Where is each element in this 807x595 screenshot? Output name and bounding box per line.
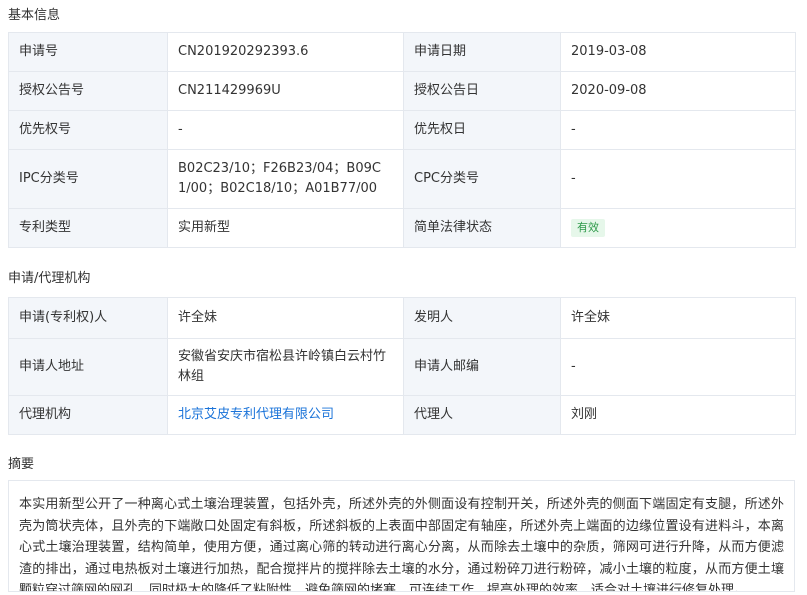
- table-row: 申请号 CN201920292393.6 申请日期 2019-03-08: [8, 32, 796, 72]
- table-row: 申请(专利权)人 许全妹 发明人 许全妹: [8, 297, 796, 339]
- basic-info-table: 申请号 CN201920292393.6 申请日期 2019-03-08 授权公…: [8, 32, 796, 248]
- label-applicant-address: 申请人地址: [8, 338, 168, 396]
- label-applicant: 申请(专利权)人: [8, 297, 168, 339]
- value-priority-number: -: [167, 110, 404, 150]
- label-patent-type: 专利类型: [8, 208, 168, 248]
- abstract-text: 本实用新型公开了一种离心式土壤治理装置，包括外壳，所述外壳的外侧面设有控制开关，…: [19, 497, 784, 592]
- agency-link[interactable]: 北京艾皮专利代理有限公司: [178, 407, 334, 422]
- value-grant-date: 2020-09-08: [560, 71, 796, 111]
- value-agency: 北京艾皮专利代理有限公司: [167, 395, 404, 435]
- value-application-date: 2019-03-08: [560, 32, 796, 72]
- label-application-number: 申请号: [8, 32, 168, 72]
- label-cpc: CPC分类号: [403, 149, 561, 209]
- value-application-number: CN201920292393.6: [167, 32, 404, 72]
- section-title-agency: 申请/代理机构: [8, 271, 91, 286]
- value-cpc: -: [560, 149, 796, 209]
- table-row: 专利类型 实用新型 简单法律状态 有效: [8, 208, 796, 248]
- value-legal-status: 有效: [560, 208, 796, 248]
- value-agent: 刘刚: [560, 395, 796, 435]
- value-patent-type: 实用新型: [167, 208, 404, 248]
- label-application-date: 申请日期: [403, 32, 561, 72]
- label-agent: 代理人: [403, 395, 561, 435]
- label-inventor: 发明人: [403, 297, 561, 339]
- table-row: 申请人地址 安徽省安庆市宿松县许岭镇白云村竹林组 申请人邮编 -: [8, 338, 796, 396]
- section-title-abstract: 摘要: [8, 457, 35, 472]
- section-title-basic-info: 基本信息: [8, 8, 61, 23]
- label-priority-date: 优先权日: [403, 110, 561, 150]
- agency-info-table: 申请(专利权)人 许全妹 发明人 许全妹 申请人地址 安徽省安庆市宿松县许岭镇白…: [8, 297, 796, 435]
- table-row: 授权公告号 CN211429969U 授权公告日 2020-09-08: [8, 71, 796, 111]
- table-row: IPC分类号 B02C23/10；F26B23/04；B09C1/00；B02C…: [8, 149, 796, 209]
- label-applicant-zip: 申请人邮编: [403, 338, 561, 396]
- label-legal-status: 简单法律状态: [403, 208, 561, 248]
- label-grant-date: 授权公告日: [403, 71, 561, 111]
- label-grant-number: 授权公告号: [8, 71, 168, 111]
- label-priority-number: 优先权号: [8, 110, 168, 150]
- value-applicant-address: 安徽省安庆市宿松县许岭镇白云村竹林组: [167, 338, 404, 396]
- abstract-box: 本实用新型公开了一种离心式土壤治理装置，包括外壳，所述外壳的外侧面设有控制开关，…: [8, 480, 795, 592]
- table-row: 代理机构 北京艾皮专利代理有限公司 代理人 刘刚: [8, 395, 796, 435]
- value-applicant-zip: -: [560, 338, 796, 396]
- table-row: 优先权号 - 优先权日 -: [8, 110, 796, 150]
- label-ipc: IPC分类号: [8, 149, 168, 209]
- value-applicant: 许全妹: [167, 297, 404, 339]
- label-agency: 代理机构: [8, 395, 168, 435]
- value-priority-date: -: [560, 110, 796, 150]
- value-grant-number: CN211429969U: [167, 71, 404, 111]
- value-ipc: B02C23/10；F26B23/04；B09C1/00；B02C18/10；A…: [167, 149, 404, 209]
- status-badge: 有效: [571, 219, 605, 237]
- value-inventor: 许全妹: [560, 297, 796, 339]
